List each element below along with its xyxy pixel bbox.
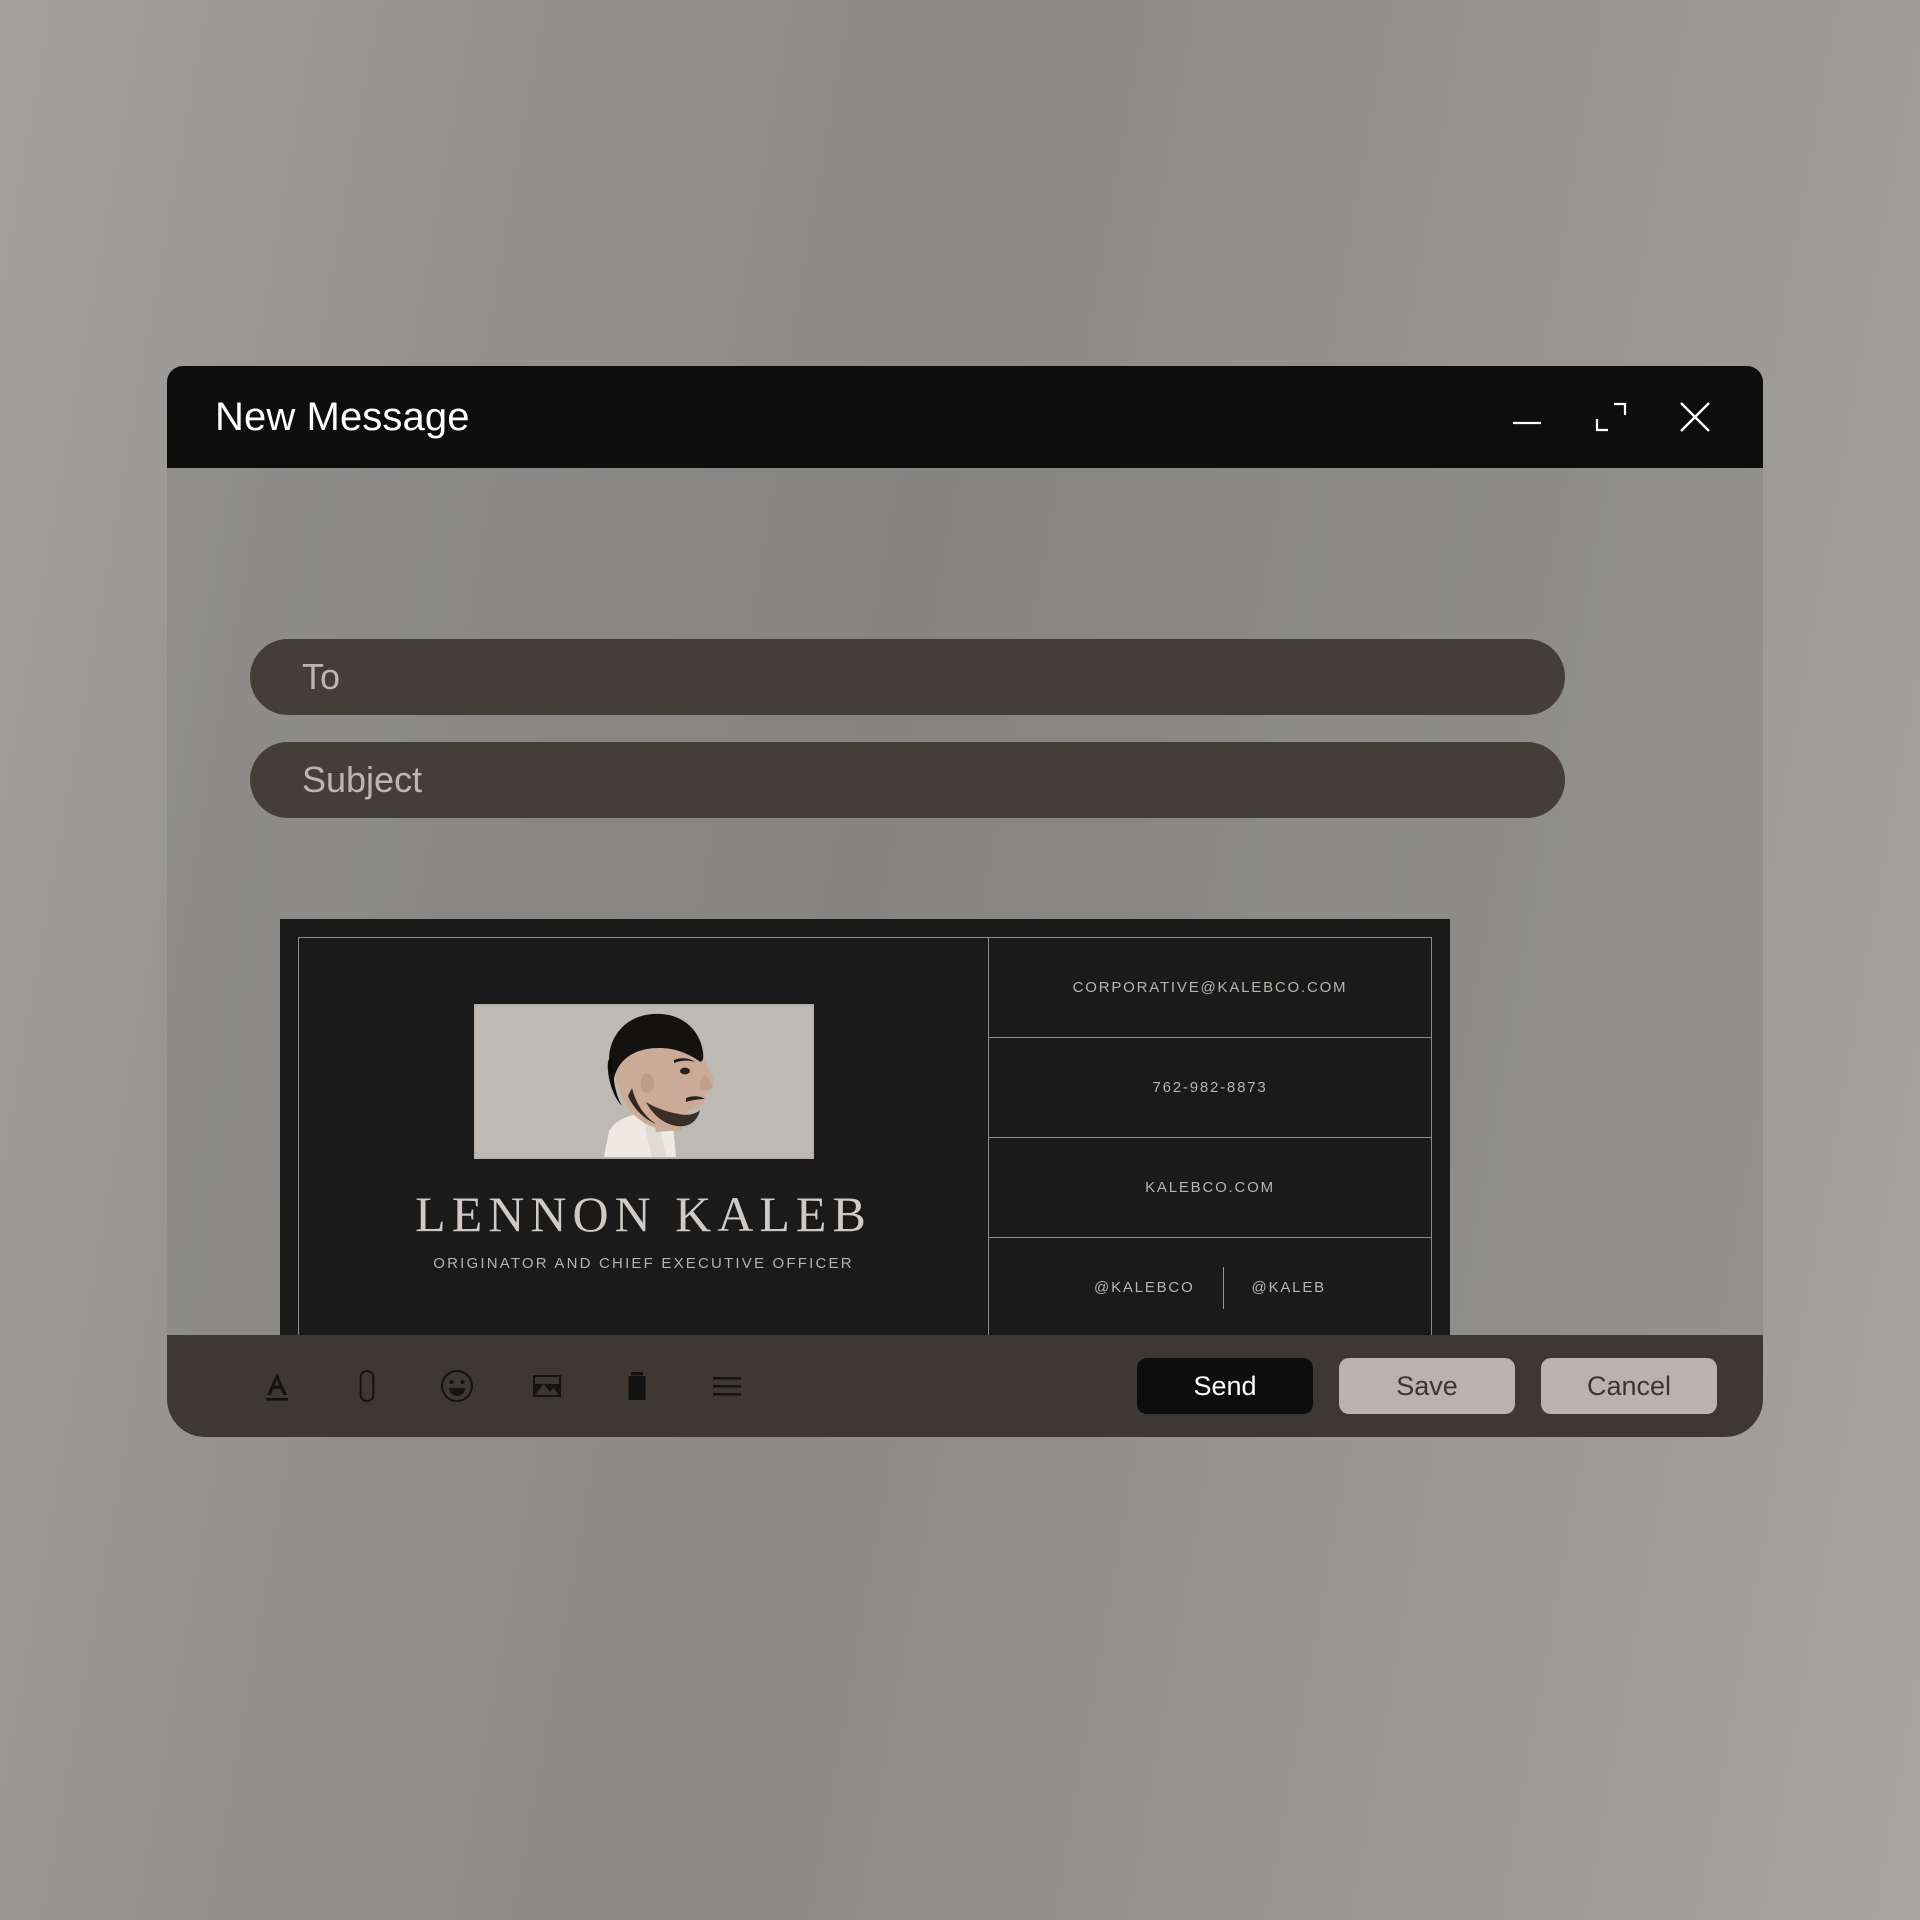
emoji-icon: [441, 1370, 473, 1402]
business-card-contact: CORPORATIVE@KALEBCO.COM 762-982-8873 KAL…: [989, 938, 1431, 1337]
action-buttons: Send Save Cancel: [1137, 1358, 1717, 1414]
minimize-button[interactable]: [1499, 389, 1555, 445]
text-format-button[interactable]: [249, 1358, 305, 1414]
business-card-frame: LENNON KALEB ORIGINATOR AND CHIEF EXECUT…: [298, 937, 1432, 1338]
cancel-button[interactable]: Cancel: [1541, 1358, 1717, 1414]
maximize-icon: [1595, 402, 1627, 432]
maximize-button[interactable]: [1583, 389, 1639, 445]
minimize-icon: [1513, 421, 1541, 425]
profile-portrait-image: [475, 1005, 812, 1157]
trash-button[interactable]: [609, 1358, 665, 1414]
title-bar[interactable]: New Message: [167, 366, 1763, 468]
business-card-attachment[interactable]: LENNON KALEB ORIGINATOR AND CHIEF EXECUT…: [280, 919, 1450, 1356]
card-phone: 762-982-8873: [989, 1038, 1431, 1138]
compose-body: To Subject LENNON KALEB ORIGINATOR AND C…: [167, 468, 1763, 1356]
avatar: [473, 1003, 814, 1159]
image-icon: [533, 1375, 561, 1397]
emoji-button[interactable]: [429, 1358, 485, 1414]
card-email: CORPORATIVE@KALEBCO.COM: [989, 938, 1431, 1038]
subject-field-placeholder: Subject: [302, 759, 423, 800]
subject-field[interactable]: Subject: [250, 742, 1565, 818]
send-button[interactable]: Send: [1137, 1358, 1313, 1414]
to-field[interactable]: To: [250, 639, 1565, 715]
card-social-handle-1: @KALEBCO: [1094, 1279, 1195, 1296]
card-role: ORIGINATOR AND CHIEF EXECUTIVE OFFICER: [433, 1254, 854, 1272]
menu-icon: [713, 1377, 741, 1396]
compose-window: New Message To Subject LENNON KALEB ORIG…: [167, 366, 1763, 1437]
image-button[interactable]: [519, 1358, 575, 1414]
card-website: KALEBCO.COM: [989, 1138, 1431, 1238]
text-format-icon: [266, 1373, 288, 1401]
page-title: New Message: [215, 394, 470, 439]
save-button[interactable]: Save: [1339, 1358, 1515, 1414]
window-controls: [1499, 389, 1723, 445]
footer-toolbar: Send Save Cancel: [167, 1335, 1763, 1437]
formatting-toolbar: [249, 1358, 755, 1414]
card-social-handle-2: @KALEB: [1251, 1279, 1326, 1296]
card-social: @KALEBCO @KALEB: [989, 1238, 1431, 1337]
attachment-button[interactable]: [339, 1358, 395, 1414]
trash-icon: [628, 1372, 646, 1400]
close-icon: [1680, 402, 1710, 432]
close-button[interactable]: [1667, 389, 1723, 445]
to-field-placeholder: To: [302, 656, 341, 697]
menu-button[interactable]: [699, 1358, 755, 1414]
card-name: LENNON KALEB: [415, 1185, 872, 1242]
business-card-identity: LENNON KALEB ORIGINATOR AND CHIEF EXECUT…: [299, 938, 989, 1337]
attachment-icon: [359, 1369, 375, 1403]
